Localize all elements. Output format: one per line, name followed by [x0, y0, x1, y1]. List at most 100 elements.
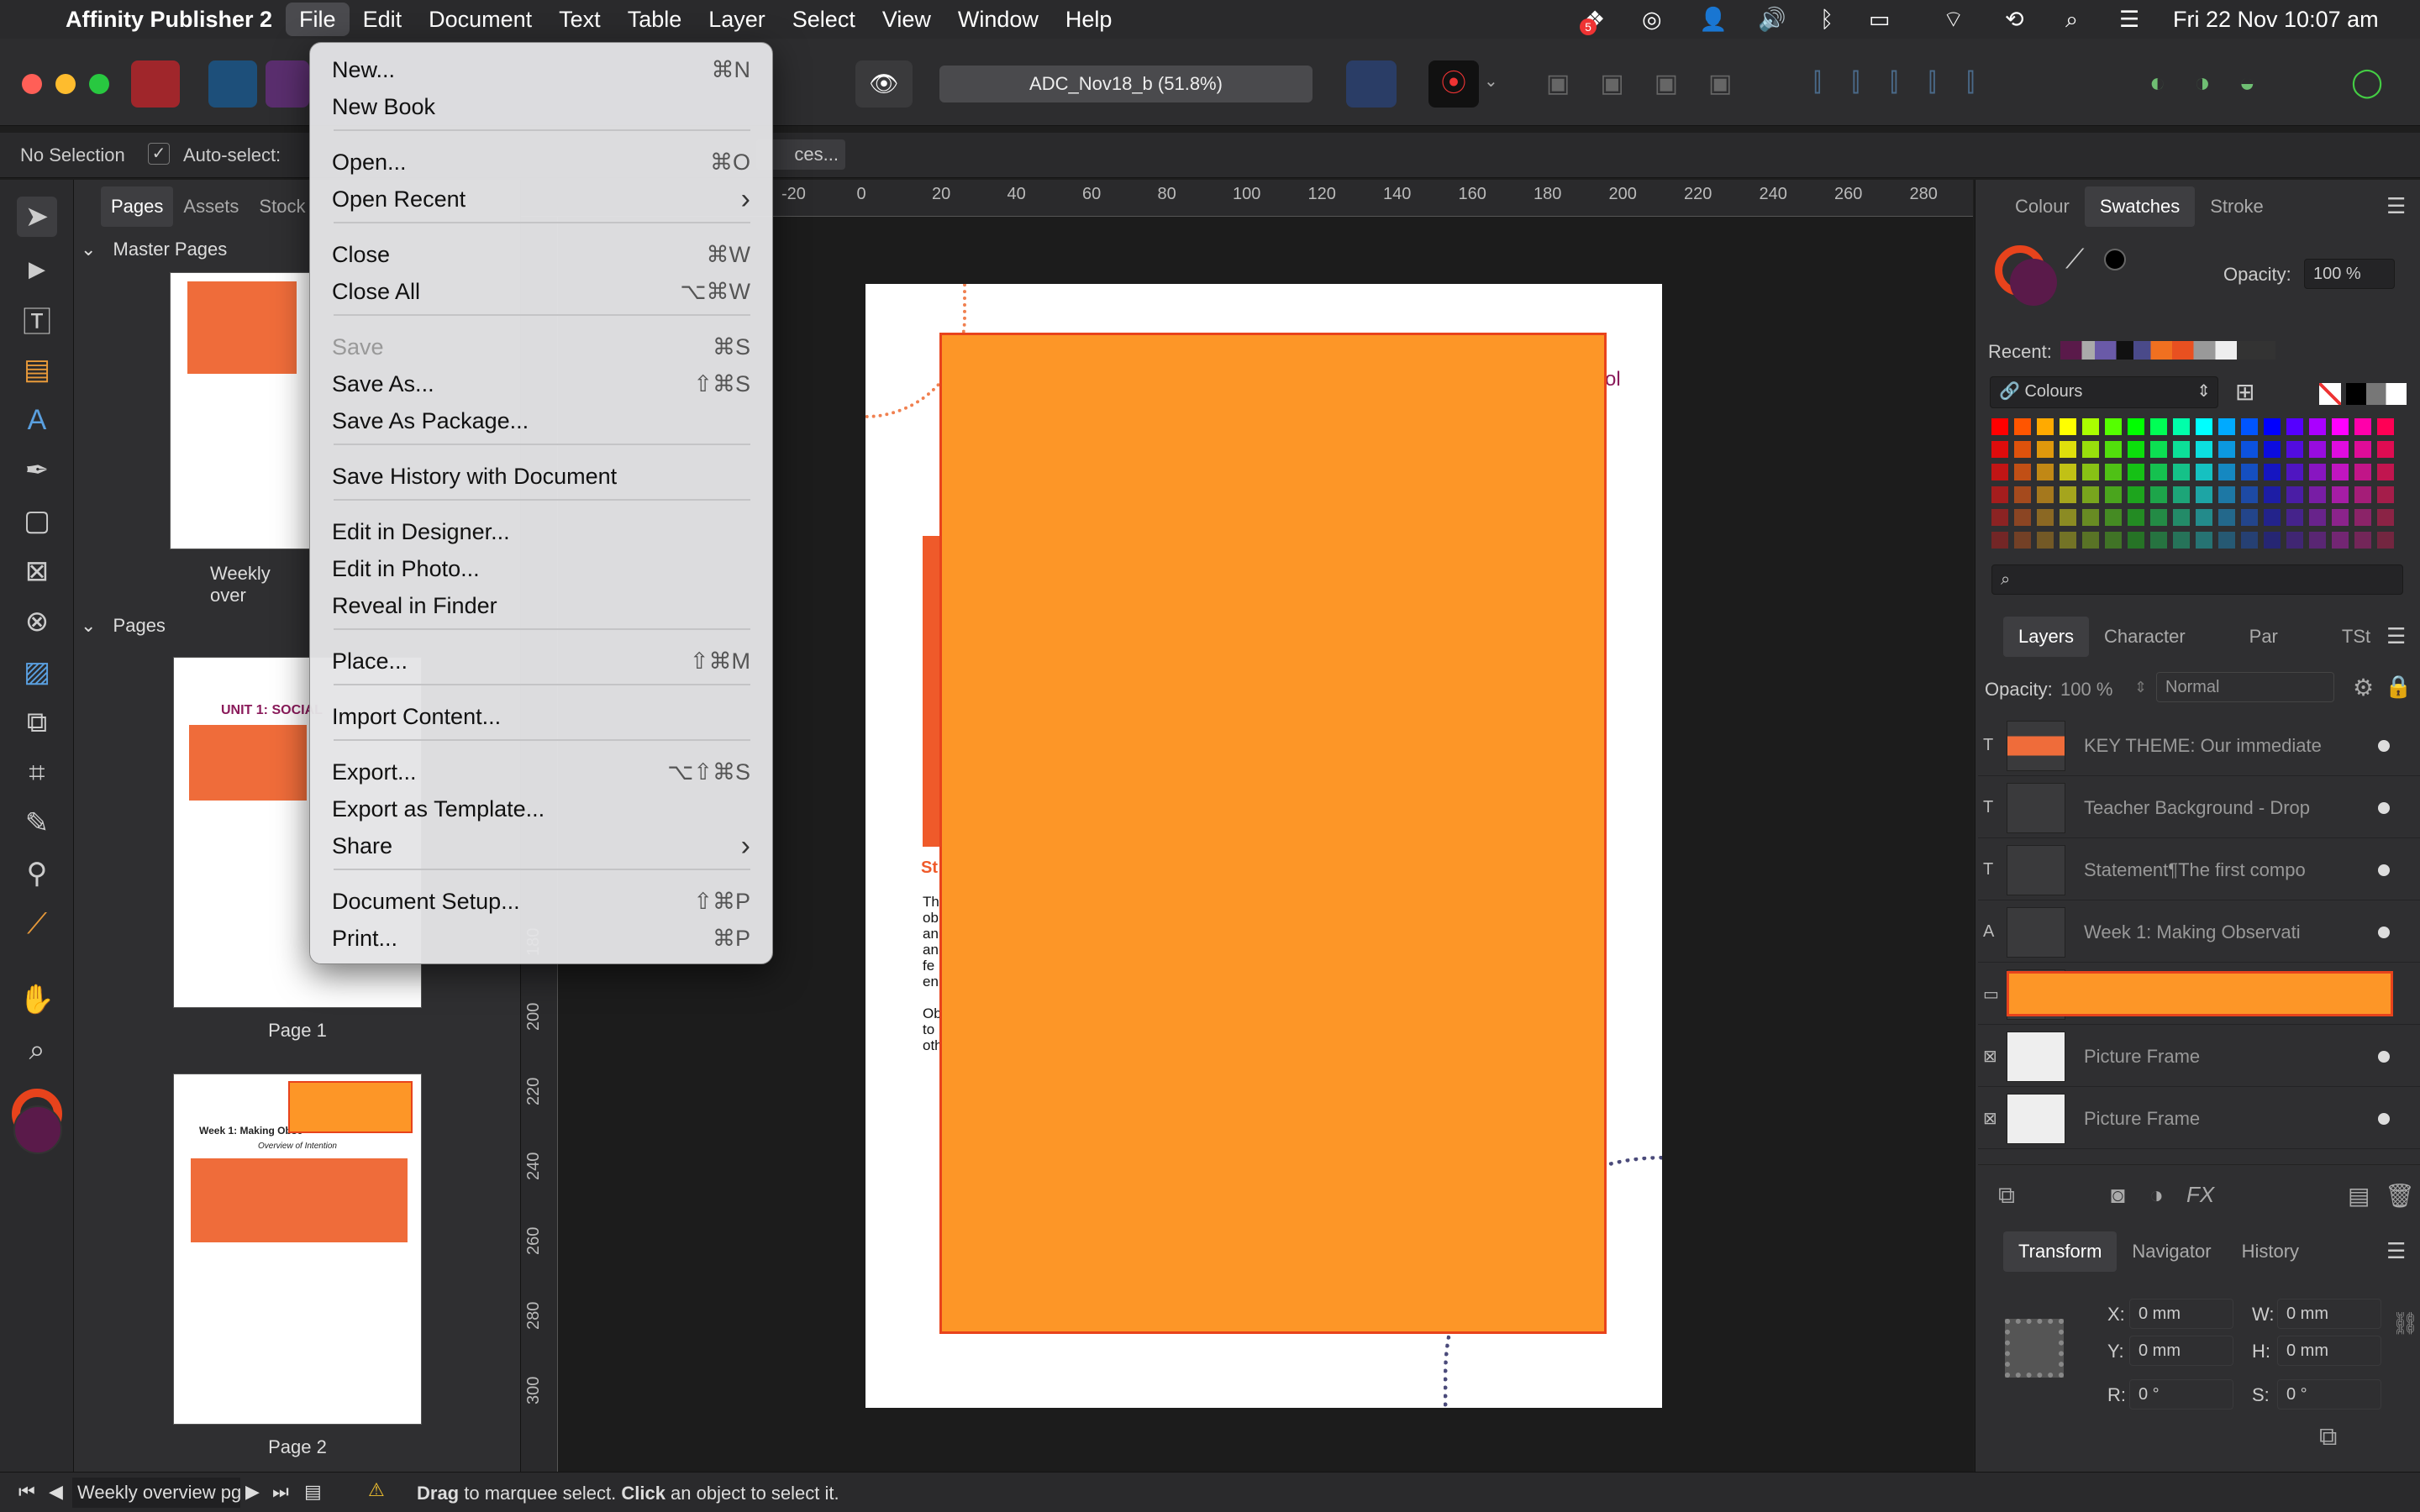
- menu-document[interactable]: Document: [415, 0, 545, 39]
- tab-colour[interactable]: Colour: [2000, 186, 2085, 227]
- menu-item-save-as[interactable]: Save As... ⇧⌘S: [320, 365, 764, 402]
- colour-swatch[interactable]: [2105, 532, 2122, 549]
- tab-history[interactable]: History: [2227, 1231, 2314, 1272]
- layer-mask-icon[interactable]: ⧉: [1998, 1182, 2015, 1210]
- next-page-icon[interactable]: ▶: [245, 1481, 260, 1503]
- ellipse-frame-tool-icon[interactable]: ⊗: [17, 601, 57, 642]
- colour-swatch[interactable]: [2241, 441, 2258, 458]
- colour-swatch[interactable]: [2082, 509, 2099, 526]
- colour-swatch[interactable]: [2060, 486, 2076, 503]
- colour-swatch[interactable]: [2150, 464, 2167, 480]
- colour-swatch[interactable]: [2377, 509, 2394, 526]
- colour-swatch[interactable]: [2105, 509, 2122, 526]
- layer-row[interactable]: ▭: [1978, 964, 2420, 1025]
- sync-icon[interactable]: ◎: [1642, 0, 1662, 39]
- layer-row[interactable]: T Statement¶The first compo: [1978, 840, 2420, 900]
- colour-swatch[interactable]: [2128, 532, 2144, 549]
- w-field[interactable]: 0 mm: [2277, 1299, 2381, 1329]
- recent-swatches[interactable]: [2060, 341, 2275, 360]
- colour-swatch[interactable]: [2264, 464, 2281, 480]
- selected-orange-frame[interactable]: [939, 333, 1607, 1334]
- colour-swatch[interactable]: [2264, 532, 2281, 549]
- fill-color-well[interactable]: [13, 1105, 62, 1154]
- menu-item-open-recent[interactable]: Open Recent ›: [320, 181, 764, 218]
- tab-character[interactable]: Character: [2089, 617, 2201, 657]
- image-crop-tool-icon[interactable]: ⧉: [17, 702, 57, 743]
- colour-swatch[interactable]: [2241, 532, 2258, 549]
- colour-swatch[interactable]: [2173, 418, 2190, 435]
- color-picker-tool-icon[interactable]: ⟋: [17, 904, 57, 944]
- colour-swatch[interactable]: [2082, 464, 2099, 480]
- photo-persona-button[interactable]: [266, 60, 309, 108]
- colour-swatch[interactable]: [2196, 532, 2212, 549]
- colour-swatch[interactable]: [2105, 464, 2122, 480]
- colour-swatch[interactable]: [1991, 418, 2008, 435]
- colour-swatch[interactable]: [2241, 418, 2258, 435]
- colour-swatch[interactable]: [2173, 509, 2190, 526]
- layers-menu-icon[interactable]: ☰: [2386, 623, 2406, 649]
- last-page-icon[interactable]: ⏭: [272, 1481, 289, 1503]
- zoom-tool-icon[interactable]: ⌕: [17, 1030, 57, 1070]
- colour-swatch[interactable]: [2082, 418, 2099, 435]
- quick-swatches[interactable]: [2346, 383, 2407, 405]
- colour-swatch[interactable]: [2037, 509, 2054, 526]
- pen-tool-icon[interactable]: ✒: [17, 450, 57, 491]
- layers-opacity-value[interactable]: 100 %: [2060, 679, 2112, 701]
- menu-item-open[interactable]: Open... ⌘O: [320, 144, 764, 181]
- colour-swatch[interactable]: [2354, 509, 2371, 526]
- colour-swatch[interactable]: [2377, 532, 2394, 549]
- colour-swatch[interactable]: [1991, 441, 2008, 458]
- h-field[interactable]: 0 mm: [2277, 1336, 2381, 1366]
- colour-swatch[interactable]: [2264, 441, 2281, 458]
- colour-swatch[interactable]: [2060, 418, 2076, 435]
- colour-swatch[interactable]: [2332, 509, 2349, 526]
- align-icons[interactable]: ⫿⫿⫿⫿⫿: [1813, 69, 2005, 97]
- colour-swatch[interactable]: [2128, 441, 2144, 458]
- colour-swatch[interactable]: [2286, 509, 2303, 526]
- layer-visibility-toggle[interactable]: [2378, 801, 2390, 814]
- page-icon[interactable]: ▤: [304, 1481, 322, 1503]
- colour-swatch[interactable]: [2014, 532, 2031, 549]
- colour-swatch[interactable]: [2037, 532, 2054, 549]
- colour-swatch[interactable]: [2354, 486, 2371, 503]
- colour-swatch[interactable]: [2060, 532, 2076, 549]
- zoom-window-button[interactable]: [89, 74, 109, 94]
- page-name-field[interactable]: Weekly overview pg: [72, 1478, 240, 1508]
- colour-swatch[interactable]: [2377, 441, 2394, 458]
- user-icon[interactable]: 👤: [1699, 0, 1728, 39]
- page-2-thumbnail[interactable]: Week 1: Making Obse Overview of Intentio…: [173, 1074, 422, 1425]
- colour-swatch[interactable]: [2060, 509, 2076, 526]
- time-machine-icon[interactable]: ⟲: [2005, 0, 2024, 39]
- crop-tool-icon[interactable]: ⌗: [17, 753, 57, 793]
- colour-swatch[interactable]: [2286, 464, 2303, 480]
- colour-swatch[interactable]: [2150, 486, 2167, 503]
- menu-item-save-as-package[interactable]: Save As Package...: [320, 402, 764, 439]
- auto-select-checkbox[interactable]: ✓: [148, 143, 170, 165]
- layer-visibility-toggle[interactable]: [2378, 864, 2390, 876]
- dropbox-icon[interactable]: ❖ 5: [1580, 0, 1605, 39]
- swatch-search-input[interactable]: ⌕: [1991, 564, 2403, 595]
- colour-swatch[interactable]: [2241, 509, 2258, 526]
- layer-row[interactable]: T Teacher Background - Drop: [1978, 778, 2420, 838]
- colour-swatch[interactable]: [2196, 509, 2212, 526]
- menu-item-export-as-template[interactable]: Export as Template...: [320, 790, 764, 827]
- menu-edit[interactable]: Edit: [350, 0, 416, 39]
- warning-icon[interactable]: ⚠: [368, 1479, 385, 1501]
- colour-swatch[interactable]: [2218, 441, 2235, 458]
- fill-tool-icon[interactable]: ✎: [17, 803, 57, 843]
- transform-menu-icon[interactable]: ☰: [2386, 1238, 2406, 1264]
- menu-item-edit-in-photo[interactable]: Edit in Photo...: [320, 550, 764, 587]
- colour-swatch[interactable]: [2105, 441, 2122, 458]
- colour-swatch[interactable]: [2377, 464, 2394, 480]
- layer-visibility-toggle[interactable]: [2378, 1112, 2390, 1125]
- menu-item-close-all[interactable]: Close All ⌥⌘W: [320, 273, 764, 310]
- layer-visibility-toggle[interactable]: [2378, 739, 2390, 752]
- colour-swatch[interactable]: [2332, 441, 2349, 458]
- colour-swatch[interactable]: [2264, 509, 2281, 526]
- volume-icon[interactable]: 🔊: [1758, 0, 1786, 39]
- menu-item-import-content[interactable]: Import Content...: [320, 698, 764, 735]
- colour-swatch[interactable]: [2309, 441, 2326, 458]
- y-field[interactable]: 0 mm: [2129, 1336, 2233, 1366]
- colour-swatch[interactable]: [2082, 486, 2099, 503]
- menu-item-new-book[interactable]: New Book: [320, 88, 764, 125]
